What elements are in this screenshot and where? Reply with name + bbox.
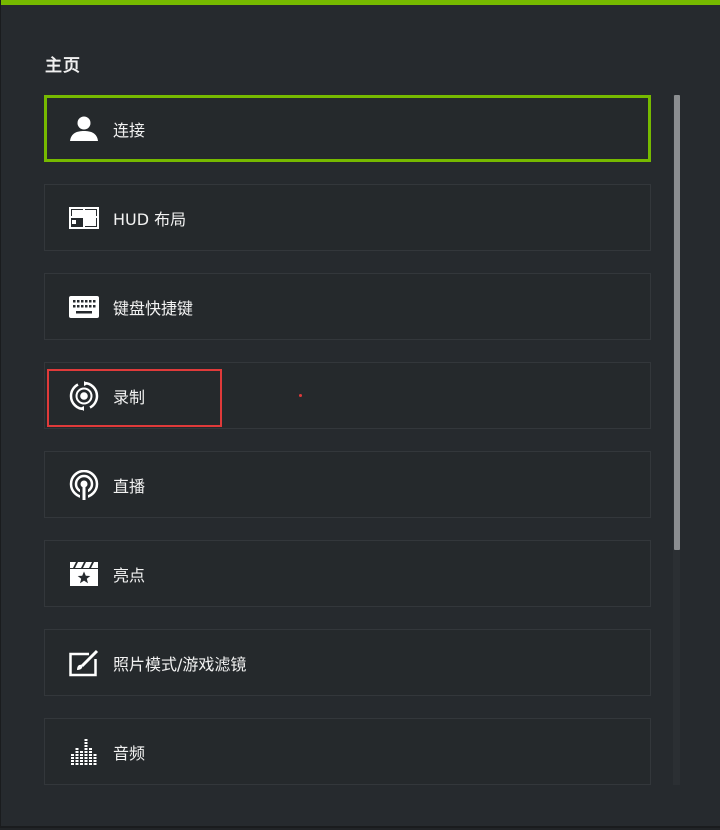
annotation-dot: [299, 394, 302, 397]
top-accent-bar: [1, 0, 720, 5]
menu-item-highlights[interactable]: 亮点: [44, 540, 651, 607]
menu-item-label: HUD 布局: [113, 209, 187, 229]
layout-icon: [68, 202, 100, 234]
highlights-icon: [68, 558, 100, 590]
menu-item-label: 连接: [113, 120, 146, 140]
menu-item-keyboard-shortcuts[interactable]: 键盘快捷键: [44, 273, 651, 340]
menu-item-label: 音频: [113, 743, 146, 763]
menu-item-audio[interactable]: 音频: [44, 718, 651, 785]
audio-icon: [68, 736, 100, 768]
broadcast-icon: [68, 469, 100, 501]
menu-item-connect[interactable]: 连接: [44, 95, 651, 162]
user-icon: [68, 113, 100, 145]
page-title: 主页: [45, 56, 81, 76]
highlight-annotation-box: [47, 369, 222, 427]
photo-mode-icon: [68, 647, 100, 679]
menu-item-label: 亮点: [113, 565, 146, 585]
menu-item-label: 直播: [113, 476, 146, 496]
menu-item-broadcast[interactable]: 直播: [44, 451, 651, 518]
keyboard-icon: [68, 291, 100, 323]
menu-item-hud-layout[interactable]: HUD 布局: [44, 184, 651, 251]
menu-item-label: 照片模式/游戏滤镜: [113, 654, 247, 674]
settings-panel: 主页 连接 HUD 布局 键盘快捷键 录制 直播 亮点 照片模式/游戏滤镜 音频: [0, 0, 720, 828]
scrollbar-thumb[interactable]: [674, 95, 680, 550]
menu-item-label: 键盘快捷键: [113, 298, 194, 318]
menu-item-photo-mode[interactable]: 照片模式/游戏滤镜: [44, 629, 651, 696]
